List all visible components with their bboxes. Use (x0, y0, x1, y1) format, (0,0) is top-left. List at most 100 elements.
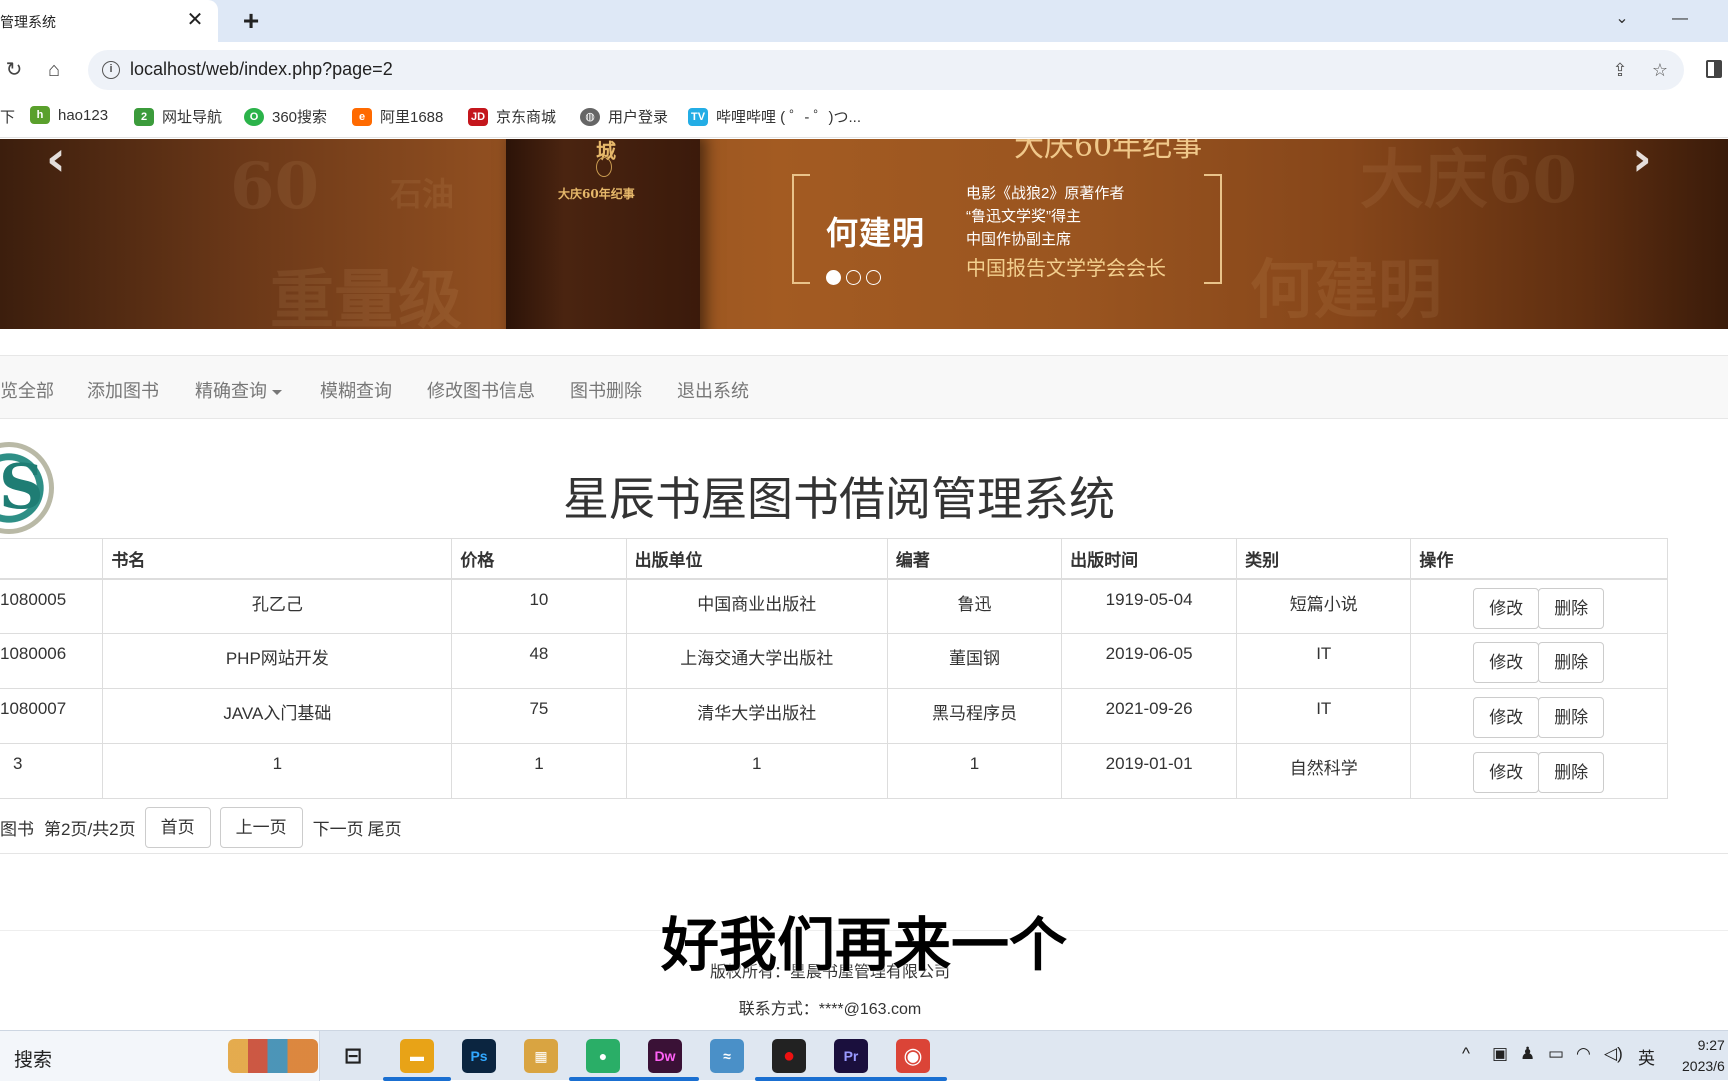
tray-app-icon[interactable]: ▣ (1492, 1044, 1508, 1064)
carousel-dot-3[interactable] (866, 270, 881, 285)
bookmark-star-icon[interactable]: ☆ (1648, 59, 1672, 81)
delete-button[interactable]: 删除 (1538, 697, 1605, 738)
cell-price: 75 (451, 688, 627, 744)
active-app-indicator (879, 1077, 947, 1081)
bookmark-label: 阿里1688 (380, 109, 444, 126)
first-page-button[interactable]: 首页 (144, 806, 211, 848)
active-app-indicator (383, 1077, 451, 1081)
cell-name: 孔乙己 (102, 578, 453, 634)
new-tab-button[interactable]: + (236, 7, 266, 36)
divider (0, 853, 1728, 854)
bookmark-label: 京东商城 (496, 109, 557, 126)
chrome-icon[interactable]: ◉ (896, 1039, 930, 1073)
edit-button[interactable]: 修改 (1473, 752, 1540, 793)
active-app-indicator (817, 1077, 885, 1081)
last-page-link[interactable]: 尾页 (368, 815, 402, 840)
edit-button[interactable]: 修改 (1473, 697, 1540, 738)
active-app-indicator (569, 1077, 637, 1081)
nav-exact-search[interactable]: 精确查询 (195, 377, 282, 403)
delete-button[interactable]: 删除 (1538, 752, 1605, 793)
cell-date: 2019-06-05 (1061, 633, 1238, 689)
col-header-name: 书名 (102, 538, 453, 580)
input-method-indicator[interactable]: 英 (1638, 1044, 1655, 1069)
book-subtitle: 大庆60年纪事 (558, 187, 635, 201)
nav-add-book[interactable]: 添加图书 (87, 377, 159, 403)
cell-date: 2019-01-01 (1061, 743, 1238, 799)
home-icon[interactable]: ⌂ (40, 56, 68, 84)
cell-category: 自然科学 (1236, 743, 1412, 799)
file-explorer-icon[interactable]: ▬ (400, 1039, 434, 1073)
dolphin-icon[interactable]: ≈ (710, 1039, 744, 1073)
photoshop-icon[interactable]: Ps (462, 1039, 496, 1073)
tray-overflow-icon[interactable]: ^ (1462, 1044, 1470, 1064)
banner-top-text: 大庆60年纪事 (1014, 139, 1203, 164)
bookmark-bilibili[interactable]: TV 哔哩哔哩 ( ゜- ゜)つ... (688, 106, 861, 127)
next-page-link[interactable]: 下一页 (313, 815, 364, 840)
qq-icon[interactable]: ♟ (1520, 1044, 1535, 1064)
side-panel-icon[interactable] (1706, 60, 1722, 78)
carousel-dot-2[interactable] (846, 270, 861, 285)
edit-button[interactable]: 修改 (1473, 642, 1540, 683)
pager-prefix: 图书 (0, 819, 34, 839)
volume-icon[interactable]: ◁) (1604, 1044, 1623, 1064)
table-header-row: 书名 价格 出版单位 编著 出版时间 类别 操作 (0, 538, 1668, 580)
nav-logout[interactable]: 退出系统 (677, 377, 749, 403)
cell-id: 1080006 (0, 633, 104, 689)
share-icon[interactable]: ⇪ (1608, 59, 1632, 81)
nav-edit-book[interactable]: 修改图书信息 (427, 377, 535, 403)
search-label: 搜索 (14, 1050, 53, 1071)
col-header-id (0, 538, 104, 580)
carousel-prev-icon[interactable]: ‹ (46, 139, 66, 187)
task-view-icon[interactable]: ⊟ (336, 1039, 370, 1073)
clock-time: 9:27 (1697, 1037, 1725, 1053)
recorder-icon[interactable]: ● (772, 1039, 806, 1073)
table-row: 1080007 JAVA入门基础 75 清华大学出版社 黑马程序员 2021-0… (0, 688, 1668, 744)
bookmark-jd[interactable]: JD 京东商城 (468, 106, 556, 127)
carousel-dot-1[interactable] (826, 270, 841, 285)
windows-taskbar: 搜索 ⊟ ▬ Ps ▦ ● Dw ≈ ● Pr ◉ ^ ▣ ♟ ▭ ◠ ◁) 英… (0, 1030, 1728, 1081)
battery-icon[interactable]: ▭ (1548, 1044, 1564, 1064)
reload-icon[interactable]: ↻ (0, 56, 28, 84)
bookmark-login[interactable]: ◍ 用户登录 (580, 106, 668, 127)
premiere-icon[interactable]: Pr (834, 1039, 868, 1073)
nav-browse-all[interactable]: 览全部 (0, 377, 54, 403)
bookmark-item[interactable]: 下 (0, 106, 15, 127)
bookmark-hao123[interactable]: h hao123 (30, 106, 108, 124)
address-url[interactable]: localhost/web/index.php?page=2 (130, 59, 393, 80)
system-clock[interactable]: 9:27 2023/6 (1682, 1035, 1725, 1077)
taskbar-search-box[interactable]: 搜索 (0, 1031, 320, 1081)
archive-icon[interactable]: ▦ (524, 1039, 558, 1073)
cell-author: 董国钢 (886, 633, 1063, 689)
nav-fuzzy-search[interactable]: 模糊查询 (320, 377, 392, 403)
delete-button[interactable]: 删除 (1538, 642, 1605, 683)
active-tab[interactable]: 管理系统 ✕ (0, 0, 218, 42)
bookmark-label: 网址导航 (162, 109, 223, 126)
wifi-icon[interactable]: ◠ (1576, 1044, 1591, 1064)
page-title: 星辰书屋图书借阅管理系统 (563, 473, 1115, 525)
pagination: 图书 第2页/共2页 首页 上一页 下一页 尾页 (0, 806, 402, 848)
bookmark-360[interactable]: O 360搜索 (244, 106, 327, 127)
banner-carousel[interactable]: 60 石油 重量级 大庆60 何建明 城 大庆60年纪事 大庆60年纪事 何建明… (0, 139, 1728, 329)
search-highlight-image (228, 1039, 318, 1073)
carousel-next-icon[interactable]: › (1632, 139, 1652, 187)
cell-author: 1 (886, 743, 1063, 799)
tab-search-chevron-icon[interactable]: ⌄ (1602, 6, 1642, 32)
wechat-icon[interactable]: ● (586, 1039, 620, 1073)
bookmark-nav[interactable]: 2 网址导航 (134, 106, 222, 127)
bookmark-label: 用户登录 (608, 109, 669, 126)
edit-button[interactable]: 修改 (1473, 587, 1540, 629)
prev-page-button[interactable]: 上一页 (219, 806, 303, 848)
bookmark-1688[interactable]: e 阿里1688 (352, 106, 443, 127)
cell-actions: 修改 删除 (1410, 688, 1668, 744)
delete-button[interactable]: 删除 (1538, 587, 1605, 629)
nav-delete-book[interactable]: 图书删除 (570, 377, 642, 403)
cell-price: 10 (451, 578, 627, 634)
close-tab-icon[interactable]: ✕ (184, 9, 206, 31)
cell-publisher: 1 (625, 743, 888, 799)
dreamweaver-icon[interactable]: Dw (648, 1039, 682, 1073)
address-bar[interactable]: i localhost/web/index.php?page=2 ⇪ ☆ (88, 50, 1684, 90)
carousel-indicators (826, 270, 881, 285)
site-info-icon[interactable]: i (102, 61, 120, 79)
minimize-window-button[interactable]: — (1660, 6, 1700, 32)
bookmark-label: 下 (0, 109, 16, 126)
